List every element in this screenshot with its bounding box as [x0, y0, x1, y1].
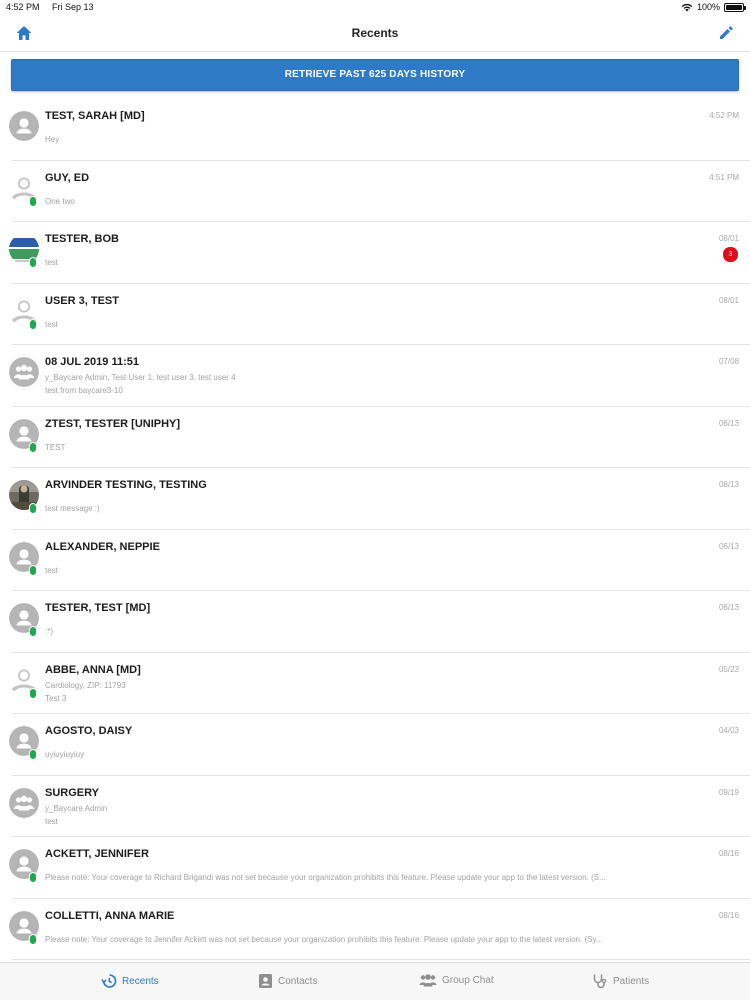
conversation-last-message: test from baycare3-10: [45, 386, 123, 395]
retrieve-history-button[interactable]: RETRIEVE PAST 625 DAYS HISTORY: [11, 59, 739, 91]
conversation-row[interactable]: TESTER, TEST [MD] :*) 06/13: [0, 591, 750, 653]
group-avatar-icon: [9, 787, 39, 818]
online-status-dot: [29, 195, 37, 207]
conversation-name: SURGERY: [45, 786, 99, 799]
group-icon: [419, 974, 437, 987]
conversation-name: TESTER, BOB: [45, 233, 119, 245]
conversation-last-message: test: [45, 319, 58, 329]
tab-group-chat-label: Group Chat: [442, 975, 494, 986]
conversation-timestamp: 08/01: [718, 234, 739, 243]
conversation-name: GUY, ED: [45, 171, 90, 184]
navigation-bar: Recents: [0, 16, 750, 52]
online-status-dot: [29, 933, 37, 945]
conversation-participants: y_Baycare Admin: [45, 803, 108, 813]
conversation-row[interactable]: ABBE, ANNA [MD] Cardiology, ZIP: 11793 Tes…: [0, 653, 750, 714]
online-status-dot: [29, 318, 37, 330]
conversation-timestamp: 09/19: [718, 787, 739, 797]
conversation-timestamp: 08/16: [718, 849, 739, 858]
conversation-timestamp: 4:52 PM: [709, 111, 739, 120]
unread-count-badge: 3: [723, 247, 738, 262]
conversation-last-message: test: [45, 816, 58, 826]
conversation-last-message: Please note: Your coverage to Richard Br…: [45, 873, 606, 882]
conversation-row[interactable]: USER 3, TEST test 08/01: [0, 284, 750, 345]
conversation-last-message: :*): [45, 627, 53, 636]
recents-list: TEST, SARAH [MD] Hey 4:52 PM GUY, ED One two…: [0, 99, 750, 960]
status-time: 4:52 PM: [6, 2, 40, 12]
online-status-dot: [29, 872, 37, 883]
conversation-name: TEST, SARAH [MD]: [45, 110, 145, 122]
conversation-last-message: Hey: [45, 135, 60, 144]
conversation-row[interactable]: ACKETT, JENNIFER Please note: Your covera…: [0, 837, 750, 899]
conversation-timestamp: 05/23: [718, 664, 739, 674]
conversation-name: COLLETTI, ANNA MARIE: [45, 909, 175, 922]
group-avatar-icon: [9, 357, 39, 387]
online-status-dot: [29, 257, 37, 268]
conversation-timestamp: 06/13: [718, 603, 739, 612]
contact-card-icon: [259, 974, 272, 988]
conversation-timestamp: 06/13: [718, 480, 739, 489]
battery-icon: [724, 2, 746, 12]
conversation-participants: Cardiology, ZIP: 11793: [45, 680, 126, 690]
conversation-last-message: TEST: [45, 442, 66, 452]
online-status-dot: [29, 503, 37, 514]
conversation-name: ZTEST, TESTER [UNIPHY]: [45, 417, 181, 430]
tab-bar: Recents Contacts Group Chat Patients: [0, 962, 750, 1000]
conversation-name: ABBE, ANNA [MD]: [45, 663, 141, 676]
online-status-dot: [29, 687, 37, 699]
conversation-timestamp: 08/16: [718, 910, 739, 920]
conversation-timestamp: 08/01: [718, 295, 739, 305]
conversation-name: ALEXANDER, NEPPIE: [45, 540, 160, 553]
tab-patients-label: Patients: [613, 975, 650, 987]
stethoscope-icon: [593, 974, 607, 989]
conversation-row[interactable]: ARVINDER TESTING, TESTING test message :)…: [0, 468, 750, 530]
online-status-dot: [29, 441, 37, 453]
conversation-row[interactable]: COLLETTI, ANNA MARIE Please note: Your co…: [0, 899, 750, 960]
clock-history-icon: [101, 974, 117, 988]
wifi-icon: [681, 3, 693, 11]
conversation-timestamp: 06/13: [718, 418, 739, 428]
conversation-row[interactable]: TEST, SARAH [MD] Hey 4:52 PM: [0, 99, 750, 161]
conversation-participants: y_Baycare Admin, Test User 1, test user …: [45, 373, 236, 382]
tab-patients[interactable]: Patients: [592, 973, 649, 989]
conversation-name: TESTER, TEST [MD]: [45, 602, 151, 614]
status-bar: 4:52 PM Fri Sep 13 100%: [0, 0, 750, 16]
conversation-timestamp: 4:51 PM: [709, 172, 739, 182]
conversation-name: ARVINDER TESTING, TESTING: [45, 479, 207, 491]
conversation-row[interactable]: AGOSTO, DAISY uyiuyiuyiuy 04/03: [0, 714, 750, 776]
pencil-icon[interactable]: [717, 24, 735, 42]
conversation-timestamp: 06/13: [718, 541, 739, 551]
tab-recents-label: Recents: [122, 975, 159, 987]
tab-contacts-label: Contacts: [278, 975, 318, 987]
page-title: Recents: [351, 26, 399, 40]
conversation-last-message: Please note: Your coverage to Jennifer A…: [45, 934, 603, 944]
conversation-name: USER 3, TEST: [45, 294, 119, 307]
conversation-last-message: One two: [45, 196, 75, 206]
online-status-dot: [29, 749, 37, 760]
conversation-row[interactable]: SURGERY y_Baycare Admin test 09/19: [0, 776, 750, 837]
conversation-last-message: test: [45, 565, 58, 575]
conversation-row[interactable]: ALEXANDER, NEPPIE test 06/13: [0, 530, 750, 591]
tab-group-chat[interactable]: Group Chat: [419, 973, 494, 988]
row-divider: [12, 959, 750, 960]
conversation-name: ACKETT, JENNIFER: [45, 848, 149, 860]
status-date: Fri Sep 13: [52, 2, 94, 12]
conversation-name: 08 JUL 2019 11:51: [45, 356, 139, 368]
person-avatar-icon: [9, 111, 39, 141]
tab-contacts[interactable]: Contacts: [258, 973, 317, 989]
conversation-last-message: test: [45, 258, 58, 267]
conversation-last-message: test message :): [45, 504, 100, 513]
conversation-last-message: uyiuyiuyiuy: [45, 750, 85, 759]
battery-percent: 100%: [696, 2, 720, 12]
conversation-name: AGOSTO, DAISY: [45, 725, 133, 737]
conversation-row[interactable]: GUY, ED One two 4:51 PM: [0, 161, 750, 222]
online-status-dot: [29, 564, 37, 576]
tab-recents[interactable]: Recents: [101, 973, 159, 989]
conversation-row[interactable]: TESTER, BOB test 08/01 3: [0, 222, 750, 284]
conversation-timestamp: 07/08: [718, 357, 739, 366]
conversation-timestamp: 04/03: [718, 726, 739, 735]
conversation-row[interactable]: 08 JUL 2019 11:51 y_Baycare Admin, Test U…: [0, 345, 750, 407]
conversation-row[interactable]: ZTEST, TESTER [UNIPHY] TEST 06/13: [0, 407, 750, 468]
online-status-dot: [29, 626, 37, 637]
conversation-last-message: Test 3: [45, 693, 67, 703]
